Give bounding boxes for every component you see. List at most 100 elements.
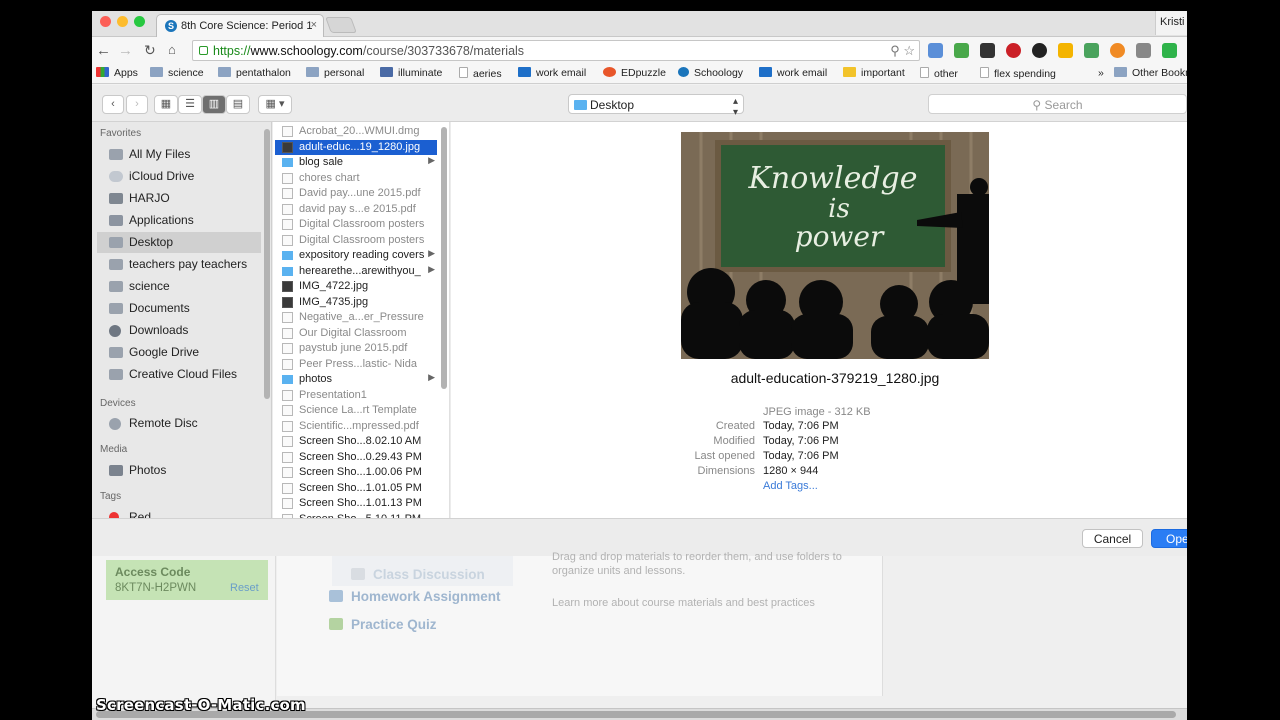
sidebar-item-desktop[interactable]: Desktop [97, 232, 261, 253]
file-row[interactable]: chores chart [275, 171, 437, 186]
location-select[interactable]: Desktop ▴ ▾ [568, 94, 744, 118]
back-icon[interactable]: ← [96, 42, 111, 59]
bookmark-pentathalon[interactable]: pentathalon [218, 67, 291, 79]
file-row[interactable]: IMG_4722.jpg [275, 279, 437, 294]
zoom-window-button[interactable] [134, 16, 145, 27]
file-row[interactable]: Acrobat_20...WMUI.dmg [275, 124, 437, 139]
add-tags-link[interactable]: Add Tags... [763, 480, 818, 492]
sidebar-item-all-my-files[interactable]: All My Files [97, 144, 261, 165]
file-row[interactable]: Screen Sho...8.02.10 AM [275, 434, 437, 449]
sidebar-item-applications[interactable]: Applications [97, 210, 261, 231]
tab-close-icon[interactable]: × [311, 19, 317, 31]
sidebar-item-icloud-drive[interactable]: iCloud Drive [97, 166, 261, 187]
file-row[interactable]: David pay...une 2015.pdf [275, 186, 437, 201]
document-icon [282, 358, 293, 370]
class-discussion-option[interactable]: Class Discussion [351, 567, 485, 582]
bookmarks-overflow[interactable]: » [1098, 67, 1104, 79]
bookmark-aeries[interactable]: aeries [459, 67, 502, 80]
column-view-icon[interactable]: ▥ [202, 95, 226, 114]
file-row[interactable]: expository reading covers ▶ [275, 248, 437, 263]
sidebar-scrollbar[interactable] [264, 129, 270, 399]
open-button[interactable]: Open [1151, 529, 1187, 548]
file-row[interactable]: paystub june 2015.pdf [275, 341, 437, 356]
forward-icon[interactable]: → [118, 42, 133, 59]
sidebar-item-harjo[interactable]: HARJO [97, 188, 261, 209]
extension-icon[interactable] [1110, 43, 1125, 58]
extension-icon[interactable] [1084, 43, 1099, 58]
google-drive-icon[interactable] [1058, 43, 1073, 58]
file-row[interactable]: Negative_a...er_Pressure [275, 310, 437, 325]
file-row[interactable]: blog sale ▶ [275, 155, 437, 170]
bookmark-schoology[interactable]: Schoology [678, 67, 743, 79]
bookmark-apps[interactable]: Apps [96, 67, 138, 79]
file-row[interactable]: Screen Sho...1.00.06 PM [275, 465, 437, 480]
cancel-button[interactable]: Cancel [1082, 529, 1143, 548]
file-row[interactable]: Peer Press...lastic- Nida [275, 357, 437, 372]
minimize-window-button[interactable] [117, 16, 128, 27]
file-row[interactable]: adult-educ...19_1280.jpg [275, 139, 437, 155]
bookmark-other[interactable]: other [920, 67, 958, 80]
check-icon[interactable] [1162, 43, 1177, 58]
icon-view-icon[interactable]: ▦ [154, 95, 178, 114]
browser-tab[interactable]: S 8th Core Science: Period 1 × [156, 14, 324, 37]
sidebar-item-downloads[interactable]: Downloads [97, 320, 261, 341]
sidebar-item-photos[interactable]: Photos [97, 460, 261, 481]
bookmark-personal[interactable]: personal [306, 67, 364, 79]
new-tab-button[interactable] [325, 17, 357, 33]
extension-icon[interactable] [928, 43, 943, 58]
bookmark-edpuzzle[interactable]: EDpuzzle [603, 67, 666, 79]
sidebar-item-creative-cloud-files[interactable]: Creative Cloud Files [97, 364, 261, 385]
bookmark-flex-spending[interactable]: flex spending [980, 67, 1056, 80]
bookmarks-bar: Apps science pentathalon personal illumi… [92, 64, 1187, 84]
practice-quiz-option[interactable]: Practice Quiz [329, 617, 437, 632]
file-row[interactable]: Screen Sho...1.01.05 PM [275, 481, 437, 496]
bookmark-label: other [934, 68, 958, 80]
search-icon: ⚲ [1032, 98, 1045, 112]
bookmark-important[interactable]: important [843, 67, 905, 79]
file-row[interactable]: Presentation1 [275, 388, 437, 403]
bookmark-star-icon[interactable]: ⚲ ☆ [890, 43, 915, 59]
file-row[interactable]: Science La...rt Template [275, 403, 437, 418]
extension-icon[interactable] [980, 43, 995, 58]
extension-icon[interactable] [954, 43, 969, 58]
file-row[interactable]: IMG_4735.jpg [275, 295, 437, 310]
sidebar-item-remote-disc[interactable]: Remote Disc [97, 413, 261, 434]
bookmark-illuminate[interactable]: illuminate [380, 67, 442, 79]
homework-assignment-option[interactable]: Homework Assignment [329, 589, 501, 604]
sidebar-item-google-drive[interactable]: Google Drive [97, 342, 261, 363]
cover-flow-icon[interactable]: ▤ [226, 95, 250, 114]
file-row[interactable]: Screen Sho...1.01.13 PM [275, 496, 437, 511]
bookmark-work-email[interactable]: work email [518, 67, 586, 79]
pinterest-icon[interactable] [1006, 43, 1021, 58]
bookmark-science[interactable]: science [150, 67, 204, 79]
sidebar-item-teachers-pay-teachers[interactable]: teachers pay teachers [97, 254, 261, 275]
reload-icon[interactable]: ↻ [144, 42, 156, 59]
bookmark-other-bookmarks[interactable]: Other Bookmarks [1114, 67, 1187, 79]
file-row[interactable]: herearethe...arewithyou_ ▶ [275, 264, 437, 279]
close-window-button[interactable] [100, 16, 111, 27]
sidebar-item-documents[interactable]: Documents [97, 298, 261, 319]
back-icon[interactable]: ‹ [102, 95, 124, 114]
file-row[interactable]: Digital Classroom posters [275, 217, 437, 232]
extension-icon[interactable] [1136, 43, 1151, 58]
help-text-learn-more[interactable]: Learn more about course materials and be… [552, 596, 842, 610]
search-field[interactable]: ⚲ Search [928, 94, 1187, 114]
file-row[interactable]: Digital Classroom posters [275, 233, 437, 248]
file-row[interactable]: photos ▶ [275, 372, 437, 387]
file-row[interactable]: Scientific...mpressed.pdf [275, 419, 437, 434]
file-row[interactable]: david pay s...e 2015.pdf [275, 202, 437, 217]
forward-icon[interactable]: › [126, 95, 148, 114]
file-row[interactable]: Screen Sho...0.29.43 PM [275, 450, 437, 465]
address-bar[interactable]: https://www.schoology.com/course/3037336… [192, 40, 920, 61]
home-icon[interactable]: ⌂ [168, 42, 176, 57]
arrange-menu-icon[interactable]: ▦ ▾ [258, 95, 292, 114]
profile-button[interactable]: Kristi [1155, 11, 1187, 35]
list-view-icon[interactable]: ☰ [178, 95, 202, 114]
file-column-scrollbar[interactable] [441, 127, 447, 389]
extension-icon[interactable] [1032, 43, 1047, 58]
file-row[interactable]: Our Digital Classroom [275, 326, 437, 341]
sidebar-item-science[interactable]: science [97, 276, 261, 297]
bookmark-work-email-2[interactable]: work email [759, 67, 827, 79]
reset-link[interactable]: Reset [230, 582, 259, 594]
sidebar-item-tag-red[interactable]: Red [97, 507, 261, 518]
